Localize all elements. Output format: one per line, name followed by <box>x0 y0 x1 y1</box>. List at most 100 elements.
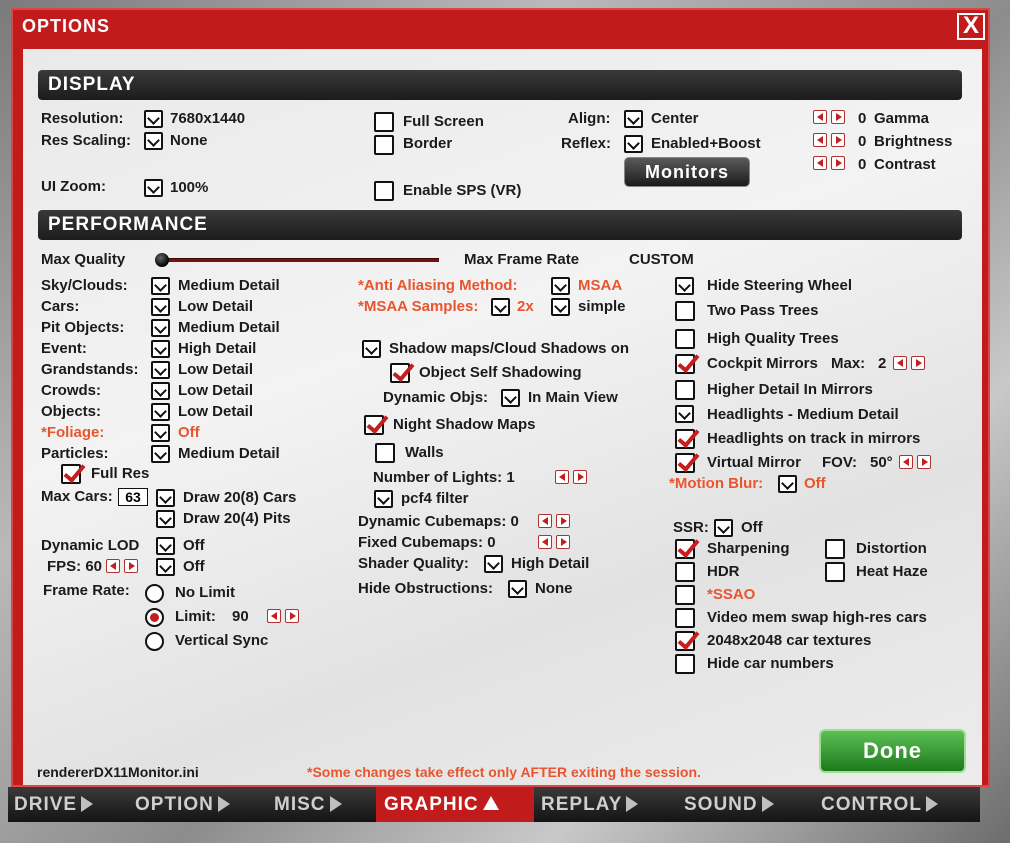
motion-blur-dropdown[interactable] <box>778 475 797 493</box>
fov-decrease-icon[interactable] <box>899 455 913 469</box>
mirrors-max-increase-icon[interactable] <box>911 356 925 370</box>
tab-control[interactable]: CONTROL <box>821 787 980 822</box>
contrast-decrease-icon[interactable] <box>813 156 827 170</box>
walls-checkbox[interactable] <box>375 443 395 463</box>
hide-car-numbers-checkbox[interactable] <box>675 654 695 674</box>
msaa-samples-label: *MSAA Samples: <box>358 298 479 315</box>
foliage-dropdown[interactable] <box>151 424 170 442</box>
limit-decrease-icon[interactable] <box>267 609 281 623</box>
fps-increase-icon[interactable] <box>124 559 138 573</box>
tab-graphic[interactable]: GRAPHIC <box>376 787 534 822</box>
no-limit-radio[interactable] <box>145 584 164 603</box>
draw-cars-dropdown[interactable] <box>156 489 175 507</box>
fps-dropdown[interactable] <box>156 558 175 576</box>
tab-replay[interactable]: REPLAY <box>541 787 681 822</box>
distortion-checkbox[interactable] <box>825 539 845 559</box>
full-res-checkbox[interactable] <box>61 464 81 484</box>
event-dropdown[interactable] <box>151 340 170 358</box>
border-checkbox[interactable] <box>374 135 394 155</box>
headlights-dropdown[interactable] <box>675 405 694 423</box>
vertical-sync-radio[interactable] <box>145 632 164 651</box>
pcf4-dropdown[interactable] <box>374 490 393 508</box>
fps-decrease-icon[interactable] <box>106 559 120 573</box>
monitors-button[interactable]: Monitors <box>624 157 750 187</box>
crowds-dropdown[interactable] <box>151 382 170 400</box>
dynamic-lod-dropdown[interactable] <box>156 537 175 555</box>
sky-clouds-label: Sky/Clouds: <box>41 277 128 294</box>
resolution-dropdown[interactable] <box>144 110 163 128</box>
tab-drive[interactable]: DRIVE <box>14 787 129 822</box>
align-dropdown[interactable] <box>624 110 643 128</box>
cockpit-mirrors-checkbox[interactable] <box>675 354 695 374</box>
hide-obstructions-dropdown[interactable] <box>508 580 527 598</box>
gamma-increase-icon[interactable] <box>831 110 845 124</box>
full-screen-checkbox[interactable] <box>374 112 394 132</box>
fov-increase-icon[interactable] <box>917 455 931 469</box>
aa-method-value: MSAA <box>578 277 623 294</box>
play-arrow-icon <box>329 796 342 812</box>
headlights-mirrors-checkbox[interactable] <box>675 429 695 449</box>
higher-detail-mirrors-checkbox[interactable] <box>675 380 695 400</box>
particles-dropdown[interactable] <box>151 445 170 463</box>
shader-quality-dropdown[interactable] <box>484 555 503 573</box>
two-pass-trees-checkbox[interactable] <box>675 301 695 321</box>
dynamic-objs-dropdown[interactable] <box>501 389 520 407</box>
night-shadow-maps-checkbox[interactable] <box>364 415 384 435</box>
play-arrow-icon <box>626 796 639 812</box>
hide-steering-wheel-dropdown[interactable] <box>675 277 694 295</box>
msaa-samples-dropdown[interactable] <box>491 298 510 316</box>
dynamic-cubemaps-increase-icon[interactable] <box>556 514 570 528</box>
done-button[interactable]: Done <box>819 729 966 773</box>
virtual-mirror-checkbox[interactable] <box>675 453 695 473</box>
brightness-decrease-icon[interactable] <box>813 133 827 147</box>
num-lights-decrease-icon[interactable] <box>555 470 569 484</box>
fixed-cubemaps-decrease-icon[interactable] <box>538 535 552 549</box>
grandstands-dropdown[interactable] <box>151 361 170 379</box>
quality-slider-track[interactable] <box>163 258 439 262</box>
ssr-dropdown[interactable] <box>714 519 733 537</box>
res-scaling-dropdown[interactable] <box>144 132 163 150</box>
objects-dropdown[interactable] <box>151 403 170 421</box>
object-self-shadowing-checkbox[interactable] <box>390 363 410 383</box>
ui-zoom-dropdown[interactable] <box>144 179 163 197</box>
sharpening-checkbox[interactable] <box>675 539 695 559</box>
quality-slider-knob[interactable] <box>155 253 169 267</box>
msaa-mode-dropdown[interactable] <box>551 298 570 316</box>
video-mem-swap-checkbox[interactable] <box>675 608 695 628</box>
heat-haze-checkbox[interactable] <box>825 562 845 582</box>
hdr-checkbox[interactable] <box>675 562 695 582</box>
tab-misc[interactable]: MISC <box>274 787 374 822</box>
limit-increase-icon[interactable] <box>285 609 299 623</box>
enable-sps-checkbox[interactable] <box>374 181 394 201</box>
brightness-increase-icon[interactable] <box>831 133 845 147</box>
shadow-maps-dropdown[interactable] <box>362 340 381 358</box>
limit-radio[interactable] <box>145 608 164 627</box>
pit-objects-dropdown[interactable] <box>151 319 170 337</box>
sky-clouds-dropdown[interactable] <box>151 277 170 295</box>
aa-method-dropdown[interactable] <box>551 277 570 295</box>
cars-dropdown[interactable] <box>151 298 170 316</box>
high-quality-trees-checkbox[interactable] <box>675 329 695 349</box>
max-cars-input[interactable]: 63 <box>118 488 148 506</box>
walls-label: Walls <box>405 444 444 461</box>
tab-sound[interactable]: SOUND <box>684 787 818 822</box>
tab-option[interactable]: OPTION <box>135 787 270 822</box>
vertical-sync-label: Vertical Sync <box>175 632 269 649</box>
car-textures-checkbox[interactable] <box>675 631 695 651</box>
pit-objects-label: Pit Objects: <box>41 319 125 336</box>
mirrors-max-value: 2 <box>878 355 887 372</box>
fixed-cubemaps-increase-icon[interactable] <box>556 535 570 549</box>
ssao-checkbox[interactable] <box>675 585 695 605</box>
reflex-dropdown[interactable] <box>624 135 643 153</box>
contrast-value: 0 <box>858 156 867 173</box>
draw-pits-dropdown[interactable] <box>156 510 175 528</box>
close-button[interactable]: X <box>957 13 985 40</box>
mirrors-max-decrease-icon[interactable] <box>893 356 907 370</box>
gamma-decrease-icon[interactable] <box>813 110 827 124</box>
higher-detail-mirrors-label: Higher Detail In Mirrors <box>707 381 873 398</box>
headlights-mirrors-label: Headlights on track in mirrors <box>707 430 921 447</box>
play-arrow-icon <box>925 796 938 812</box>
dynamic-cubemaps-decrease-icon[interactable] <box>538 514 552 528</box>
num-lights-increase-icon[interactable] <box>573 470 587 484</box>
contrast-increase-icon[interactable] <box>831 156 845 170</box>
